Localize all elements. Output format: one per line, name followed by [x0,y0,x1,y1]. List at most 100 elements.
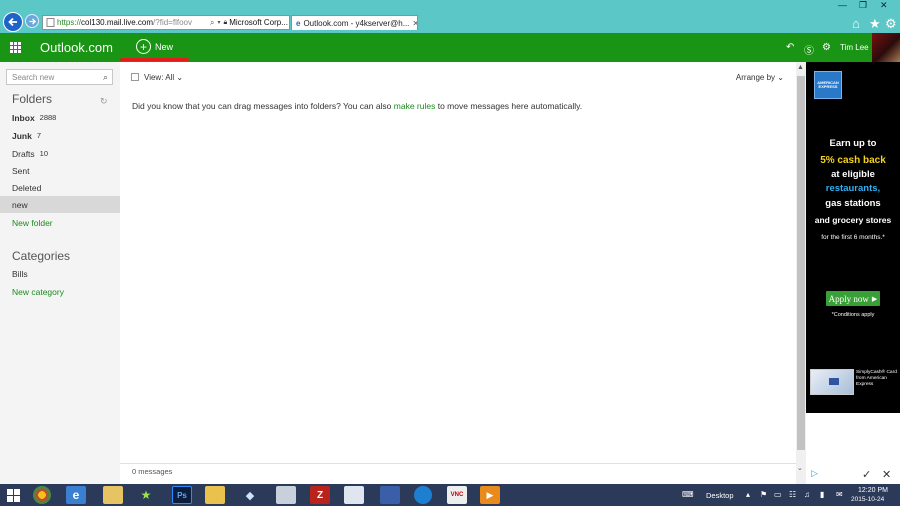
annotation-underline [120,58,189,61]
close-window-icon[interactable]: ✕ [880,0,888,10]
flag-icon[interactable]: ⚑ [760,490,767,499]
scroll-thumb[interactable] [797,76,805,450]
view-filter-dropdown[interactable]: View: All ⌄ [144,73,183,82]
folder-app-icon[interactable] [205,486,225,504]
url-host: col130.mail.live.com [81,18,154,27]
view-filter-label: View: All [144,73,175,82]
battery-icon[interactable]: ▮ [820,490,824,499]
notification-icon[interactable]: ✉ [836,490,843,499]
folder-new[interactable]: new [0,196,120,213]
folder-sent[interactable]: Sent [0,162,120,179]
document-app-icon[interactable] [276,486,296,504]
folder-count: 2888 [39,113,57,122]
chevron-down-icon: ⌄ [777,73,784,82]
tab-outlook[interactable]: e Outlook.com - y4kserver@h... ✕ [291,15,418,30]
ie-app-icon[interactable]: e [66,486,86,504]
ie-icon: e [296,18,301,28]
app-launcher-icon[interactable] [10,42,21,53]
ad-line-1: Earn up to [829,138,877,149]
card-caption: SimplyCash® Card from American Express [856,370,897,387]
folder-inbox[interactable]: Inbox 2888 [0,109,120,126]
brand-title[interactable]: Outlook.com [40,40,113,55]
dropdown-icon[interactable]: ▾ [217,19,220,26]
tip-text-after: to move messages here automatically. [435,101,583,111]
avatar[interactable] [872,33,900,62]
keyboard-icon[interactable]: ⌨ [682,490,694,499]
app-icon[interactable] [344,486,364,504]
adchoices-icon[interactable]: ▷ [811,468,818,479]
file-explorer-icon[interactable] [103,486,123,504]
arrow-right-icon [29,17,36,25]
folder-junk[interactable]: Junk 7 [0,127,120,144]
clock-date[interactable]: 2015-10-24 [851,496,884,503]
settings-gear-icon[interactable]: ⚙ [822,42,831,53]
minimize-icon[interactable]: — [838,0,847,10]
forward-button[interactable] [25,14,39,28]
new-category-label: New category [12,286,64,297]
photoshop-app-icon[interactable]: Ps [172,486,192,504]
volume-icon[interactable]: ♫ [804,490,810,499]
close-ad-icon[interactable]: ✕ [882,468,891,481]
select-all-checkbox[interactable] [131,73,139,81]
tab-microsoft[interactable]: ⌕ ▾ 🔒︎ Microsoft Corp... [206,15,290,30]
apply-now-button[interactable]: Apply now ▶ [826,291,880,306]
folder-drafts[interactable]: Drafts 10 [0,145,120,162]
close-tab-icon[interactable]: ✕ [409,19,417,28]
start-button[interactable] [3,486,23,504]
url-path: /?fid=flfoov [153,18,192,27]
page-icon [46,18,55,27]
folder-count: 10 [39,149,49,158]
new-folder-label: New folder [12,217,53,228]
make-rules-link[interactable]: make rules [394,101,436,111]
folder-deleted[interactable]: Deleted [0,179,120,196]
tab-label: Microsoft Corp... [229,18,288,27]
check-icon[interactable]: ✓ [862,468,871,481]
teamviewer-app-icon[interactable] [414,486,432,504]
skype-icon[interactable]: Ⓢ [804,42,814,57]
new-label: New [155,41,174,52]
new-message-button[interactable]: + New [136,39,173,54]
network-icon[interactable]: ☷ [789,490,796,499]
evernote-app-icon[interactable]: ★ [136,486,156,504]
media-player-icon[interactable]: ▶ [480,486,500,504]
folders-heading[interactable]: Folders [12,92,52,106]
url-scheme: https:// [57,18,82,27]
vertical-scrollbar[interactable]: ▲ ⌄ [796,62,806,484]
ad-line-5: gas stations [825,198,881,209]
search-icon[interactable]: ⌕ [210,18,214,28]
category-bills[interactable]: Bills [0,265,120,282]
search-icon[interactable]: ⌕ [103,72,108,83]
chrome-app-icon[interactable] [33,486,51,504]
network-app-icon[interactable] [380,486,400,504]
ad-line-3: at eligible [831,169,875,180]
search-input[interactable]: Search new ⌕ [6,69,113,85]
filezilla-app-icon[interactable]: Z [310,486,330,504]
tip-text-before: Did you know that you can drag messages … [132,101,394,111]
tools-gear-icon[interactable]: ⚙ [885,16,897,32]
vnc-app-icon[interactable]: VNC [447,486,467,504]
tray-overflow-icon[interactable]: ▴ [746,490,750,499]
home-icon[interactable]: ⌂ [852,16,860,31]
back-button[interactable] [3,12,23,32]
scroll-up-icon[interactable]: ▲ [797,64,804,71]
categories-heading[interactable]: Categories [12,249,70,263]
desktop-toolbar-label[interactable]: Desktop [706,491,734,500]
folder-label: new [12,199,28,210]
folder-label: Inbox [12,112,35,123]
tab-label: Outlook.com - y4kserver@h... [303,18,410,28]
display-icon[interactable]: ▭ [774,490,782,499]
new-category-link[interactable]: New category [0,283,120,300]
favorites-star-icon[interactable]: ★ [869,16,881,32]
advertisement[interactable]: AMERICAN EXPRESS Earn up to 5% cash back… [806,62,900,413]
arrange-by-dropdown[interactable]: Arrange by ⌄ [736,73,784,82]
lock-icon: 🔒︎ [223,18,228,26]
user-name[interactable]: Tim Lee [840,43,869,52]
refresh-icon[interactable]: ↻ [100,96,108,107]
clock-time[interactable]: 12:20 PM [858,487,888,494]
scroll-down-icon[interactable]: ⌄ [797,464,803,472]
undo-icon[interactable]: ↶ [786,42,794,53]
new-folder-link[interactable]: New folder [0,214,120,231]
app-icon[interactable]: ◆ [240,486,260,504]
maximize-icon[interactable]: ❐ [859,0,867,10]
amex-logo: AMERICAN EXPRESS [814,71,842,99]
